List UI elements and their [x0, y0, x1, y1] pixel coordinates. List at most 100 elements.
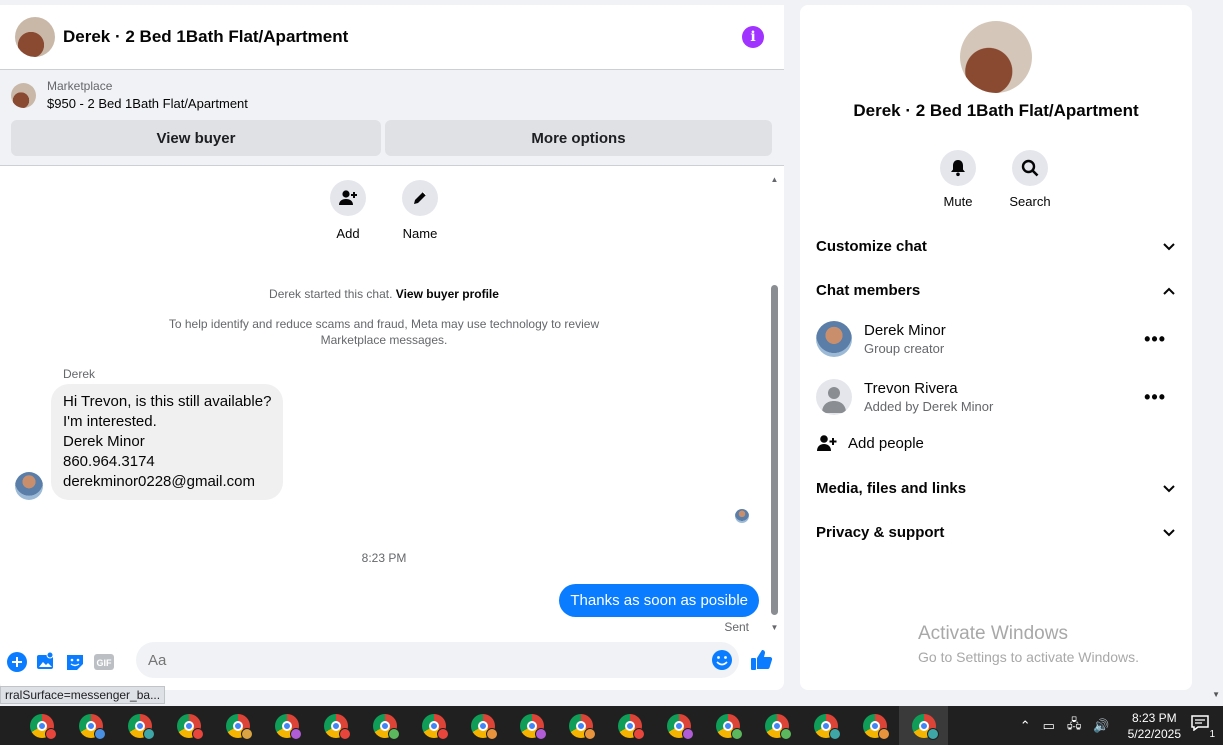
add-person-icon — [817, 435, 837, 451]
chrome-taskbar-button[interactable] — [703, 706, 752, 745]
plus-icon[interactable] — [6, 651, 28, 673]
chrome-taskbar-button[interactable] — [801, 706, 850, 745]
profile-badge-icon — [339, 728, 351, 740]
search-label: Search — [1009, 194, 1051, 209]
clock-time: 8:23 PM — [1131, 710, 1177, 725]
chrome-taskbar-button[interactable] — [360, 706, 409, 745]
windows-taskbar: ⌃ ▭ 🖧 🔊 8:23 PM 5/22/2025 1 — [0, 706, 1223, 745]
chrome-taskbar-button[interactable] — [311, 706, 360, 745]
chat-members-section[interactable]: Chat members — [816, 282, 1176, 299]
member-row[interactable]: Trevon Rivera Added by Derek Minor ••• — [816, 377, 1176, 417]
chrome-taskbar-button[interactable] — [213, 706, 262, 745]
more-options-button[interactable]: More options — [385, 120, 772, 156]
profile-badge-icon — [584, 728, 596, 740]
profile-badge-icon — [486, 728, 498, 740]
privacy-section[interactable]: Privacy & support — [816, 524, 1176, 541]
profile-badge-icon — [682, 728, 694, 740]
chrome-taskbar-button[interactable] — [164, 706, 213, 745]
gif-icon[interactable]: GIF — [93, 651, 115, 673]
media-section[interactable]: Media, files and links — [816, 480, 1176, 497]
thumbs-up-icon[interactable] — [750, 648, 774, 677]
message-input[interactable] — [136, 642, 739, 678]
notification-icon[interactable]: 1 — [1191, 715, 1215, 740]
customize-chat-section[interactable]: Customize chat — [816, 238, 1176, 255]
add-label: Add — [336, 226, 360, 241]
activate-title: Activate Windows — [918, 623, 1068, 644]
message-line: 860.964.3174 — [63, 453, 155, 470]
mute-action[interactable]: Mute — [928, 150, 988, 209]
chrome-taskbar-button[interactable] — [115, 706, 164, 745]
scroll-down-icon[interactable]: ▼ — [770, 623, 779, 632]
name-label: Name — [402, 226, 438, 241]
bell-icon — [940, 150, 976, 186]
composer: GIF — [0, 642, 784, 682]
profile-badge-icon — [192, 728, 204, 740]
view-buyer-button[interactable]: View buyer — [11, 120, 381, 156]
taskbar-apps — [17, 706, 948, 745]
started-text: Derek started this chat. — [269, 287, 393, 301]
outgoing-message[interactable]: Thanks as soon as posible — [559, 584, 759, 617]
chrome-taskbar-button[interactable] — [556, 706, 605, 745]
chrome-taskbar-button[interactable] — [17, 706, 66, 745]
chrome-taskbar-button[interactable] — [899, 706, 948, 745]
more-options-icon[interactable]: ••• — [1144, 329, 1166, 350]
add-people-button[interactable]: Add people — [816, 433, 924, 453]
read-receipt-avatar — [735, 509, 749, 523]
scroll-up-icon[interactable]: ▲ — [770, 175, 779, 184]
profile-badge-icon — [731, 728, 743, 740]
scroll-thumb[interactable] — [771, 285, 778, 615]
add-action[interactable]: Add — [313, 180, 383, 241]
meet-now-icon[interactable]: ▭ — [1043, 718, 1055, 734]
chrome-taskbar-button[interactable] — [458, 706, 507, 745]
message-line: derekminor0228@gmail.com — [63, 473, 255, 490]
search-icon — [1012, 150, 1048, 186]
search-action[interactable]: Search — [1000, 150, 1060, 209]
sender-avatar[interactable] — [15, 472, 43, 500]
name-action[interactable]: Name — [385, 180, 455, 241]
member-row[interactable]: Derek Minor Group creator ••• — [816, 319, 1176, 359]
media-label: Media, files and links — [816, 480, 967, 497]
system-tray: ⌃ ▭ 🖧 🔊 8:23 PM 5/22/2025 1 — [1014, 706, 1223, 745]
chat-started-notice: Derek started this chat. View buyer prof… — [0, 287, 768, 301]
message-scrollbar[interactable]: ▲ ▼ — [770, 175, 779, 632]
incoming-message[interactable]: Hi Trevon, is this still available? I'm … — [51, 384, 284, 500]
page-scroll-down-icon[interactable]: ▼ — [1212, 690, 1220, 699]
listing-price[interactable]: $950 - 2 Bed 1Bath Flat/Apartment — [47, 96, 248, 111]
chrome-taskbar-button[interactable] — [850, 706, 899, 745]
profile-badge-icon — [94, 728, 106, 740]
info-icon[interactable]: i — [742, 26, 764, 48]
chrome-taskbar-button[interactable] — [654, 706, 703, 745]
chrome-taskbar-button[interactable] — [752, 706, 801, 745]
chevron-up-icon[interactable]: ⌃ — [1020, 718, 1031, 734]
clock-date: 5/22/2025 — [1127, 726, 1181, 741]
chat-title[interactable]: Derek · 2 Bed 1Bath Flat/Apartment — [63, 27, 742, 47]
photo-icon[interactable] — [35, 651, 57, 673]
sticker-icon[interactable] — [64, 651, 86, 673]
clock[interactable]: 8:23 PM 5/22/2025 — [1128, 710, 1181, 742]
chrome-taskbar-button[interactable] — [262, 706, 311, 745]
emoji-icon[interactable] — [711, 649, 733, 671]
message-line: Derek Minor — [63, 433, 145, 450]
details-panel: Derek · 2 Bed 1Bath Flat/Apartment Mute … — [800, 5, 1192, 690]
marketplace-label: Marketplace — [47, 79, 113, 93]
view-buyer-profile-link[interactable]: View buyer profile — [396, 287, 499, 301]
chrome-taskbar-button[interactable] — [66, 706, 115, 745]
listing-avatar[interactable] — [15, 17, 55, 57]
profile-badge-icon — [388, 728, 400, 740]
more-options-icon[interactable]: ••• — [1144, 387, 1166, 408]
chevron-down-icon — [1163, 528, 1175, 536]
activate-windows-watermark: Activate Windows Go to Settings to activ… — [918, 623, 1139, 665]
chrome-taskbar-button[interactable] — [507, 706, 556, 745]
chrome-taskbar-button[interactable] — [409, 706, 458, 745]
profile-badge-icon — [633, 728, 645, 740]
volume-icon[interactable]: 🔊 — [1093, 718, 1109, 734]
pencil-icon — [402, 180, 438, 216]
member-role: Added by Derek Minor — [864, 399, 994, 414]
network-icon[interactable]: 🖧 — [1067, 715, 1082, 737]
chevron-down-icon — [1163, 484, 1175, 492]
member-avatar — [816, 321, 852, 357]
chrome-taskbar-button[interactable] — [605, 706, 654, 745]
listing-photo[interactable] — [960, 21, 1032, 93]
member-role: Group creator — [864, 341, 945, 356]
profile-badge-icon — [290, 728, 302, 740]
